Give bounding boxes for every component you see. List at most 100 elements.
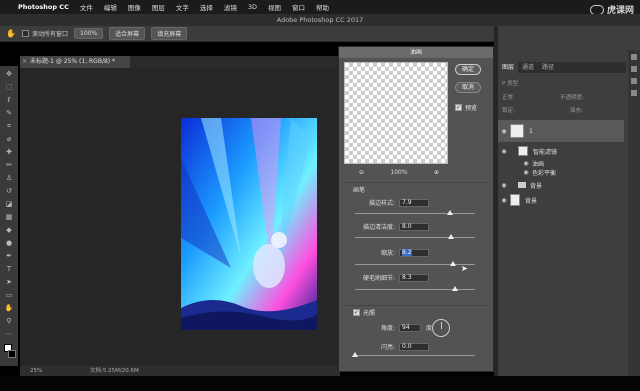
more-tools-icon[interactable]: ⋯	[4, 330, 14, 339]
angle-input[interactable]: 94	[399, 323, 421, 332]
lasso-tool-icon[interactable]: ℓ	[4, 96, 14, 105]
eraser-tool-icon[interactable]: ◪	[4, 200, 14, 209]
ok-button[interactable]: 确定	[455, 64, 481, 75]
blur-tool-icon[interactable]: ◆	[4, 226, 14, 235]
panel-toggle-icon[interactable]	[631, 66, 637, 72]
scale-slider[interactable]	[355, 261, 475, 266]
bristle-detail-slider-thumb[interactable]	[451, 286, 458, 291]
filter-item-row[interactable]: ◉ 色彩平衡	[498, 168, 624, 177]
marquee-tool-icon[interactable]: ⬚	[4, 83, 14, 92]
dodge-tool-icon[interactable]: ●	[4, 239, 14, 248]
background-color-swatch[interactable]	[8, 350, 16, 358]
layer-kind-filter[interactable]: P 类型	[502, 79, 518, 87]
zoom-level[interactable]: 25%	[30, 366, 42, 376]
visibility-eye-icon[interactable]: ◉	[498, 148, 510, 155]
panel-toggle-icon[interactable]	[631, 78, 637, 84]
group-row[interactable]: ◉ 背景	[498, 179, 624, 191]
document-tab[interactable]: × 未标题-1 @ 25% (1, RGB/8) *	[20, 56, 130, 68]
lighting-checkbox-box[interactable]: ✓	[353, 309, 360, 316]
visibility-eye-icon[interactable]: ◉	[498, 182, 510, 189]
shine-slider[interactable]	[352, 352, 475, 357]
zoom-out-icon[interactable]: ⊖	[359, 169, 364, 176]
menu-3d[interactable]: 3D	[248, 3, 257, 11]
shine-label: 闪亮:	[380, 344, 395, 351]
blend-mode-select[interactable]: 正常	[502, 93, 513, 101]
fit-screen-button[interactable]: 适合屏幕	[109, 27, 146, 40]
stylization-input[interactable]: 7.9	[399, 198, 429, 207]
shine-slider-thumb[interactable]	[352, 352, 358, 357]
eyedropper-tool-icon[interactable]: ⌀	[4, 135, 14, 144]
visibility-eye-icon[interactable]: ◉	[520, 160, 532, 167]
angle-label: 角度:	[380, 325, 395, 332]
layers-panel: 图层 通道 路径 P 类型 正常 不透明度: 锁定: 填充: ◉ 1 ◉ 智能滤…	[498, 26, 640, 376]
scroll-all-windows-checkbox[interactable]: 滚动所有窗口	[22, 29, 68, 38]
stylization-label: 描边样式:	[368, 200, 395, 207]
scroll-all-windows-label: 滚动所有窗口	[32, 31, 69, 38]
hand-tool-icon[interactable]: ✋	[6, 29, 16, 39]
smart-filters-row[interactable]: ◉ 智能滤镜	[498, 144, 624, 158]
type-tool-icon[interactable]: T	[4, 265, 14, 274]
menu-layer[interactable]: 图层	[152, 2, 165, 12]
menu-view[interactable]: 视图	[268, 2, 281, 12]
cleanliness-input[interactable]: 8.0	[399, 222, 429, 231]
menu-window[interactable]: 窗口	[292, 2, 305, 12]
background-layer-row[interactable]: ◉ 背景	[498, 192, 624, 208]
checkbox-box[interactable]	[22, 30, 29, 37]
menu-photoshop[interactable]: Photoshop CC	[18, 3, 69, 11]
panel-toggle-icon[interactable]	[631, 90, 637, 96]
layer-row[interactable]: ◉ 1	[498, 120, 624, 142]
stamp-tool-icon[interactable]: ♙	[4, 174, 14, 183]
stylization-slider[interactable]	[355, 210, 475, 215]
hand-tool-icon[interactable]: ✋	[4, 304, 14, 313]
quick-select-tool-icon[interactable]: ✎	[4, 109, 14, 118]
panel-toggle-icon[interactable]	[631, 54, 637, 60]
move-tool-icon[interactable]: ✥	[4, 70, 14, 79]
menu-file[interactable]: 文件	[80, 2, 93, 12]
scale-slider-thumb[interactable]	[450, 261, 457, 266]
menu-help[interactable]: 帮助	[316, 2, 329, 12]
healing-brush-tool-icon[interactable]: ✚	[4, 148, 14, 157]
shape-tool-icon[interactable]: ▭	[4, 291, 14, 300]
filter-preview[interactable]	[344, 62, 448, 164]
menu-filter[interactable]: 滤镜	[224, 2, 237, 12]
crop-tool-icon[interactable]: ⌗	[4, 122, 14, 131]
visibility-eye-icon[interactable]: ◉	[498, 128, 510, 135]
zoom-100-button[interactable]: 100%	[74, 28, 104, 39]
menu-type[interactable]: 文字	[176, 2, 189, 12]
scale-input[interactable]: 8.2	[399, 248, 429, 257]
visibility-eye-icon[interactable]: ◉	[520, 169, 532, 176]
path-select-tool-icon[interactable]: ➤	[4, 278, 14, 287]
bristle-detail-input[interactable]: 8.3	[399, 273, 429, 282]
menu-select[interactable]: 选择	[200, 2, 213, 12]
lighting-checkbox[interactable]: ✓ 光照	[353, 308, 375, 317]
shine-input[interactable]: 0.0	[399, 342, 429, 351]
preview-checkbox-box[interactable]: ✓	[455, 104, 462, 111]
cleanliness-row: 描边清洁度: 8.0	[349, 222, 479, 231]
visibility-eye-icon[interactable]: ◉	[498, 197, 510, 204]
zoom-tool-icon[interactable]: ⚲	[4, 317, 14, 326]
filter-item-row[interactable]: ◉ 油画	[498, 159, 624, 168]
menu-edit[interactable]: 编辑	[104, 2, 117, 12]
document-tab-title: 未标题-1 @ 25% (1, RGB/8) *	[30, 58, 116, 65]
history-brush-tool-icon[interactable]: ↺	[4, 187, 14, 196]
preview-checkbox[interactable]: ✓ 预览	[455, 103, 477, 112]
artwork-svg	[181, 118, 317, 330]
gradient-tool-icon[interactable]: ▦	[4, 213, 14, 222]
layer-thumbnail	[510, 194, 520, 206]
cleanliness-slider-thumb[interactable]	[448, 234, 454, 239]
tab-paths[interactable]: 路径	[538, 62, 558, 73]
cancel-button[interactable]: 取消	[455, 82, 481, 93]
angle-dial[interactable]	[432, 319, 450, 337]
menu-image[interactable]: 图像	[128, 2, 141, 12]
brush-tool-icon[interactable]: ✏	[4, 161, 14, 170]
tab-layers[interactable]: 图层	[498, 62, 519, 73]
cleanliness-slider[interactable]	[355, 234, 475, 239]
fill-screen-button[interactable]: 填充屏幕	[151, 27, 188, 40]
watermark-icon	[589, 4, 604, 15]
pen-tool-icon[interactable]: ✒	[4, 252, 14, 261]
bristle-detail-slider[interactable]	[355, 286, 475, 291]
close-tab-icon[interactable]: ×	[22, 56, 27, 68]
stylization-slider-thumb[interactable]	[446, 210, 453, 215]
tab-channels[interactable]: 通道	[518, 62, 538, 73]
zoom-in-icon[interactable]: ⊕	[434, 169, 439, 176]
